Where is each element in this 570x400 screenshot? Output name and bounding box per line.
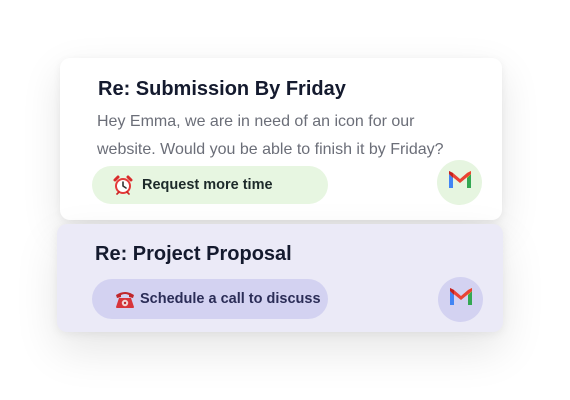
email-card-proposal[interactable]: Re: Project Proposal Schedule a call to … — [57, 224, 503, 332]
alarm-clock-icon — [112, 174, 134, 196]
gmail-button[interactable] — [437, 160, 482, 205]
email-card-submission[interactable]: Re: Submission By Friday Hey Emma, we ar… — [60, 58, 502, 220]
email-subject: Re: Project Proposal — [95, 243, 292, 265]
stage: Re: Submission By Friday Hey Emma, we ar… — [0, 0, 570, 400]
email-subject: Re: Submission By Friday — [98, 78, 346, 100]
request-more-time-button[interactable]: Request more time — [92, 166, 328, 204]
telephone-icon — [114, 288, 136, 310]
gmail-icon — [448, 287, 474, 312]
request-more-time-label: Request more time — [142, 177, 273, 193]
schedule-call-label: Schedule a call to discuss — [140, 291, 321, 307]
email-preview: Hey Emma, we are in need of an icon for … — [97, 113, 444, 158]
schedule-call-button[interactable]: Schedule a call to discuss — [92, 279, 328, 319]
gmail-button[interactable] — [438, 277, 483, 322]
gmail-icon — [447, 170, 473, 195]
